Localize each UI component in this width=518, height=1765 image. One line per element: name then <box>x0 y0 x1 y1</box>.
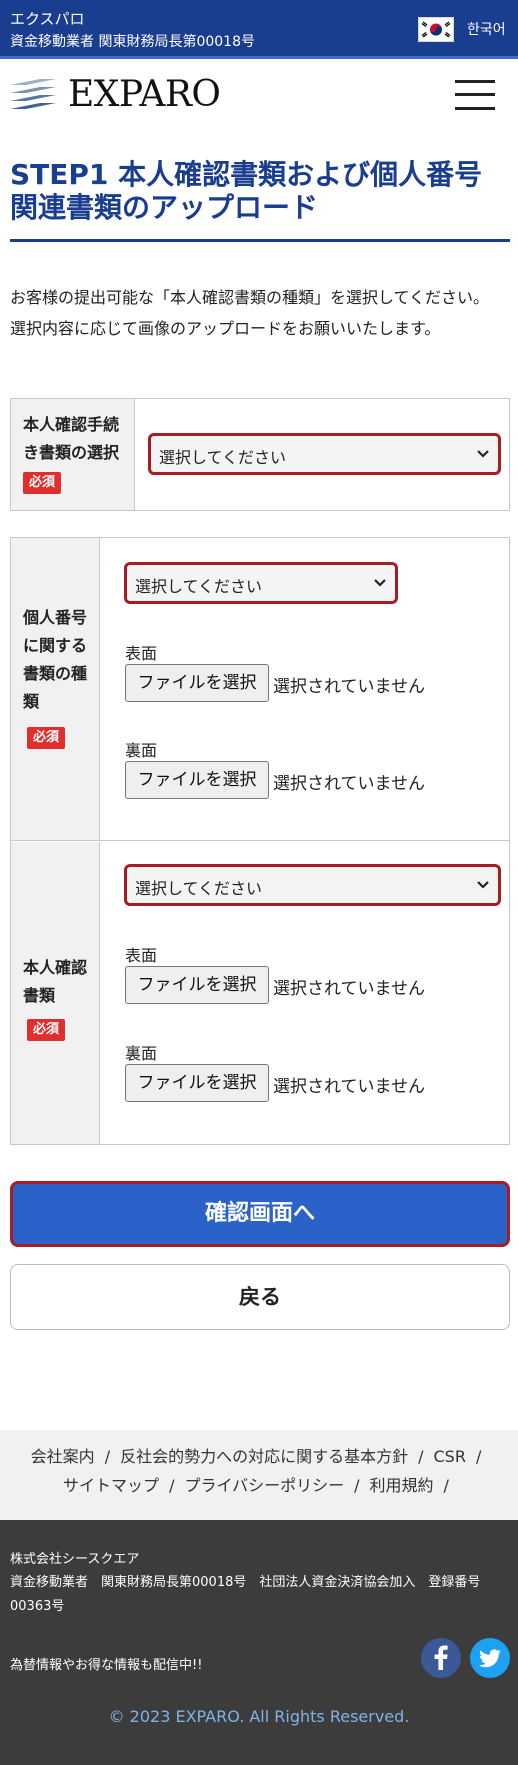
procedure-select[interactable]: 選択してください <box>148 433 501 475</box>
footer-link-privacy[interactable]: プライバシーポリシー <box>184 1476 344 1495</box>
mynumber-label: 個人番号に関する書類の種類 <box>23 608 88 711</box>
identity-front-label: 表面 <box>125 946 158 965</box>
chevron-down-icon <box>477 881 489 889</box>
registration-text: 資金移動業者 関東財務局長第00018号 <box>10 34 255 50</box>
mynumber-select[interactable]: 選択してください <box>124 562 398 604</box>
procedure-table: 本人確認手続き書類の選択 必須 選択してください <box>10 398 510 511</box>
hamburger-menu-icon[interactable] <box>455 80 495 110</box>
required-badge: 必須 <box>23 472 62 494</box>
documents-table: 個人番号に関する書類の種類 必須 選択してください 表面 ファイルを選択 選択さ… <box>10 537 510 1145</box>
footer-link-terms[interactable]: 利用規約 <box>370 1476 434 1495</box>
mynumber-back-file-status: 選択されていません <box>273 774 425 794</box>
identity-front-file-status: 選択されていません <box>273 979 425 999</box>
required-badge: 必須 <box>27 1019 66 1041</box>
exparo-logo-icon[interactable] <box>10 77 56 113</box>
identity-label-cell: 本人確認書類 必須 <box>11 842 100 1144</box>
identity-back-file-button[interactable]: ファイルを選択 <box>125 1064 269 1102</box>
back-button[interactable]: 戻る <box>10 1264 510 1330</box>
mynumber-row: 個人番号に関する書類の種類 必須 選択してください 表面 ファイルを選択 選択さ… <box>11 538 509 841</box>
intro-line-1: お客様の提出可能な「本人確認書類の種類」を選択してください。 <box>10 288 490 307</box>
footer-links: 会社案内 / 反社会的勢力への対応に関する基本方針 / CSR / サイトマップ / プライバ… <box>0 1430 518 1520</box>
footer-link-antisocial-policy[interactable]: 反社会的勢力への対応に関する基本方針 <box>120 1447 408 1466</box>
footer-company: 株式会社シースクエア <box>10 1552 140 1567</box>
identity-front-file-button[interactable]: ファイルを選択 <box>125 966 269 1004</box>
footer-news: 為替情報やお得な情報も配信中!! <box>10 1658 203 1673</box>
logo-text[interactable]: EXPARO <box>68 74 221 115</box>
link-separator: / <box>104 1447 111 1466</box>
required-badge: 必須 <box>27 727 66 749</box>
site-header: EXPARO <box>0 59 518 130</box>
identity-label: 本人確認書類 <box>23 958 88 1005</box>
link-separator: / <box>354 1476 360 1495</box>
mynumber-select-value: 選択してください <box>135 577 263 596</box>
identity-select-value: 選択してください <box>135 879 263 898</box>
link-separator: / <box>169 1476 175 1495</box>
site-footer: 株式会社シースクエア 資金移動業者 関東財務局長第00018号 社団法人資金決済… <box>0 1520 518 1765</box>
mynumber-front-file-status: 選択されていません <box>273 677 425 697</box>
identity-back-file-status: 選択されていません <box>273 1077 425 1097</box>
confirm-button[interactable]: 確認画面へ <box>10 1181 510 1247</box>
link-separator: / <box>443 1476 449 1495</box>
identity-row: 本人確認書類 必須 選択してください 表面 ファイルを選択 選択されていません … <box>11 842 509 1144</box>
procedure-label: 本人確認手続き書類の選択 <box>23 415 120 462</box>
footer-link-sitemap[interactable]: サイトマップ <box>63 1476 159 1495</box>
identity-back-label: 裏面 <box>125 1044 158 1063</box>
procedure-label-cell: 本人確認手続き書類の選択 必須 <box>11 399 135 510</box>
company-name: エクスパロ <box>10 10 85 28</box>
mynumber-label-cell: 個人番号に関する書類の種類 必須 <box>11 538 100 840</box>
twitter-icon[interactable] <box>470 1638 510 1678</box>
footer-links-list: 会社案内 / 反社会的勢力への対応に関する基本方針 / CSR / サイトマップ / プライバ… <box>8 1442 514 1500</box>
intro-line-2: 選択内容に応じて画像のアップロードをお願いいたします。 <box>10 319 441 338</box>
mynumber-front-file-button[interactable]: ファイルを選択 <box>125 664 269 702</box>
procedure-row: 本人確認手続き書類の選択 必須 選択してください <box>11 399 509 510</box>
link-separator: / <box>475 1447 482 1466</box>
link-separator: / <box>418 1447 424 1466</box>
language-switch-link[interactable]: 한국어 <box>467 19 506 39</box>
page-title: STEP1 本人確認書類および個人番号関連書類のアップロード <box>10 158 483 224</box>
chevron-down-icon <box>477 450 489 458</box>
intro-text: お客様の提出可能な「本人確認書類の種類」を選択してください。 選択内容に応じて画… <box>10 282 510 344</box>
footer-link-csr[interactable]: CSR <box>433 1447 465 1466</box>
footer-registration: 資金移動業者 関東財務局長第00018号 社団法人資金決済協会加入 登録番号00… <box>10 1575 481 1614</box>
identity-select[interactable]: 選択してください <box>124 864 501 906</box>
chevron-down-icon <box>374 579 386 587</box>
facebook-icon[interactable] <box>421 1638 461 1678</box>
title-divider <box>10 239 510 242</box>
procedure-select-value: 選択してください <box>159 448 287 467</box>
top-bar: エクスパロ 資金移動業者 関東財務局長第00018号 한국어 <box>0 0 518 59</box>
footer-link-company[interactable]: 会社案内 <box>31 1447 95 1466</box>
mynumber-back-label: 裏面 <box>125 741 158 760</box>
copyright: © 2023 EXPARO. All Rights Reserved. <box>108 1707 410 1726</box>
mynumber-front-label: 表面 <box>125 644 158 663</box>
mynumber-back-file-button[interactable]: ファイルを選択 <box>125 761 269 799</box>
korea-flag-icon[interactable] <box>418 17 454 42</box>
